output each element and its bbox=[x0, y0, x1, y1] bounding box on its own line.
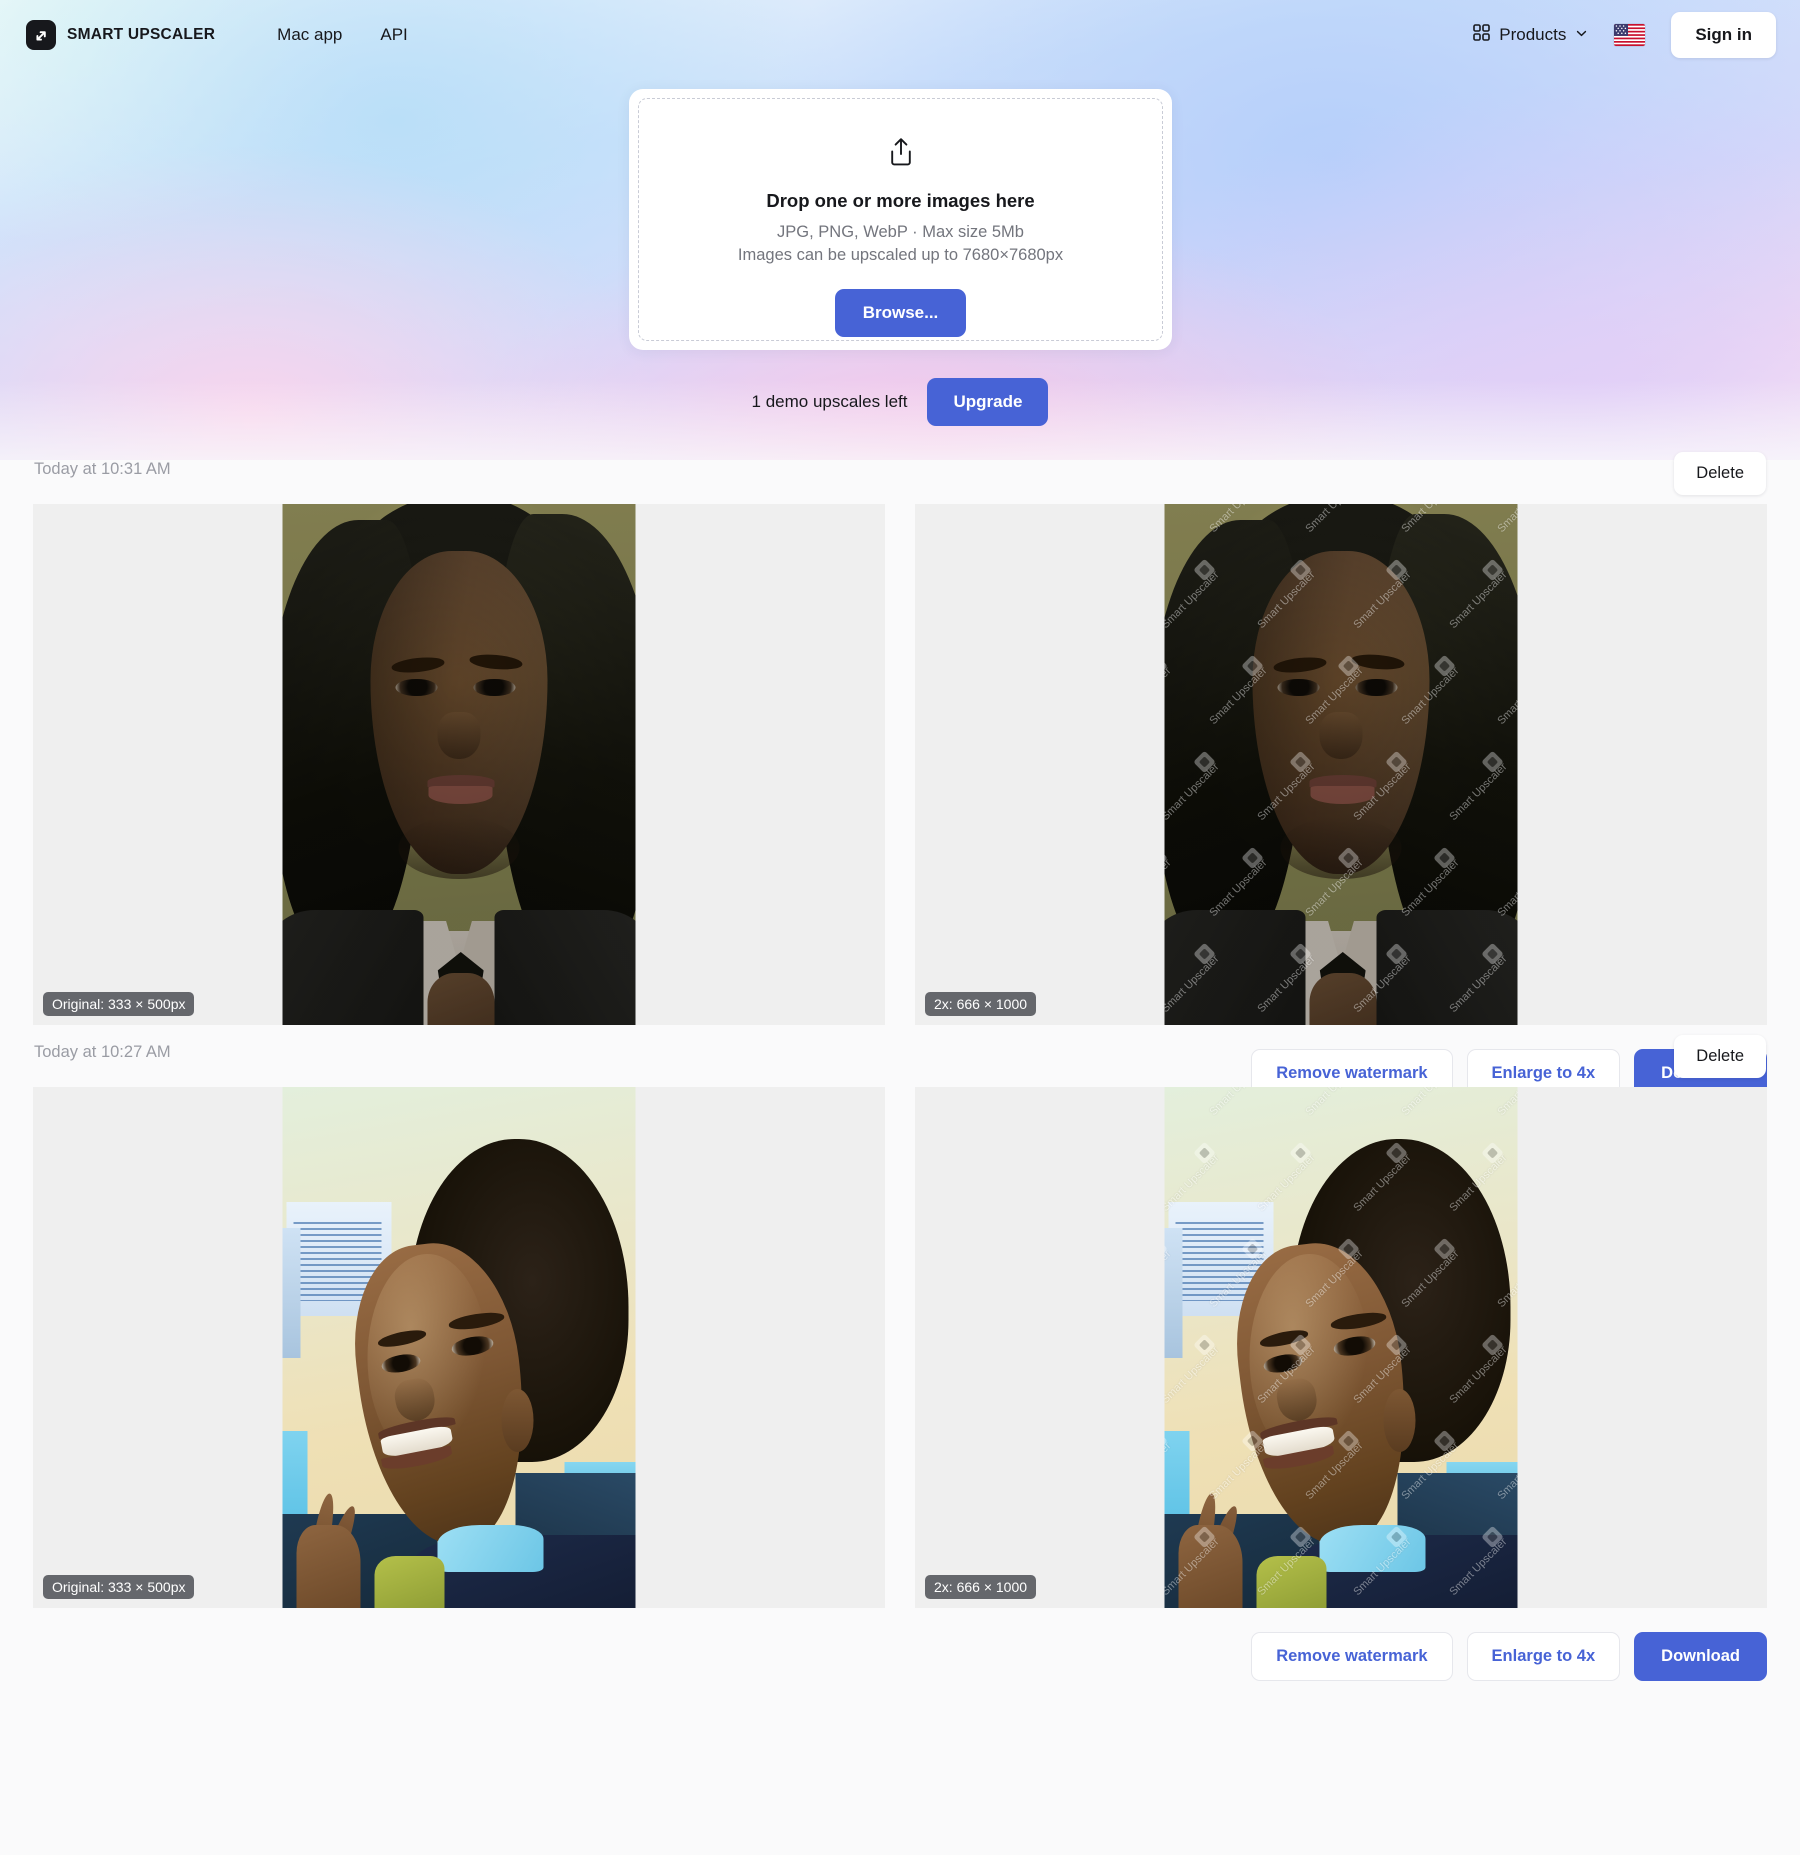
upscaled-size-badge: 2x: 666 × 1000 bbox=[925, 992, 1037, 1016]
drop-zone-title: Drop one or more images here bbox=[766, 190, 1035, 211]
result-card: Today at 10:31 AM Delete Original: 333 ×… bbox=[0, 452, 1800, 1098]
delete-button[interactable]: Delete bbox=[1674, 1035, 1766, 1078]
drop-zone[interactable]: Drop one or more images here JPG, PNG, W… bbox=[638, 98, 1163, 341]
original-photo bbox=[282, 504, 636, 1025]
original-image-pane[interactable]: Original: 333 × 500px bbox=[33, 1087, 885, 1608]
upscaled-size-badge: 2x: 666 × 1000 bbox=[925, 1575, 1037, 1599]
download-button[interactable]: Download bbox=[1634, 1632, 1767, 1681]
upload-card: Drop one or more images here JPG, PNG, W… bbox=[629, 89, 1172, 350]
nav-mac-app[interactable]: Mac app bbox=[277, 25, 342, 45]
result-card-header: Today at 10:31 AM Delete bbox=[0, 452, 1800, 504]
demo-counter-row: 1 demo upscales left Upgrade bbox=[0, 378, 1800, 426]
result-timestamp: Today at 10:27 AM bbox=[34, 1043, 171, 1061]
original-size-badge: Original: 333 × 500px bbox=[43, 992, 195, 1016]
header-actions: Products Sign in bbox=[1473, 12, 1776, 58]
demo-counter-text: 1 demo upscales left bbox=[751, 392, 908, 411]
logo-text: SMART UPSCALER bbox=[67, 26, 216, 43]
browse-button[interactable]: Browse... bbox=[834, 288, 967, 337]
upgrade-button[interactable]: Upgrade bbox=[927, 378, 1049, 426]
upscaled-image-pane[interactable]: Smart UpscalerSmart UpscalerSmart Upscal… bbox=[915, 504, 1767, 1025]
site-header: SMART UPSCALER Mac app API Products Sign… bbox=[0, 0, 1800, 70]
original-size-badge: Original: 333 × 500px bbox=[43, 1575, 195, 1599]
chevron-down-icon bbox=[1575, 25, 1588, 45]
delete-button[interactable]: Delete bbox=[1674, 452, 1766, 495]
us-flag-icon[interactable] bbox=[1614, 24, 1646, 46]
drop-zone-limit: Images can be upscaled up to 7680×7680px bbox=[737, 245, 1064, 264]
upscaled-photo: Smart UpscalerSmart UpscalerSmart Upscal… bbox=[1164, 504, 1518, 1025]
enlarge-button[interactable]: Enlarge to 4x bbox=[1466, 1632, 1621, 1681]
remove-watermark-button[interactable]: Remove watermark bbox=[1251, 1632, 1453, 1681]
result-card: Today at 10:27 AM Delete Original: 333 ×… bbox=[0, 1035, 1800, 1681]
primary-nav: Mac app API bbox=[277, 25, 408, 45]
drop-zone-formats: JPG, PNG, WebP · Max size 5Mb bbox=[777, 223, 1024, 241]
upscaled-image-pane[interactable]: Smart UpscalerSmart UpscalerSmart Upscal… bbox=[915, 1087, 1767, 1608]
nav-api[interactable]: API bbox=[380, 25, 407, 45]
compare-panes: Original: 333 × 500px Smart Smart Upscal… bbox=[0, 1087, 1800, 1608]
compare-panes: Original: 333 × 500px Smart Upscale bbox=[0, 504, 1800, 1025]
original-photo bbox=[282, 1087, 636, 1608]
logo[interactable]: SMART UPSCALER bbox=[26, 20, 215, 50]
expand-arrow-icon bbox=[26, 20, 56, 50]
upload-share-icon bbox=[888, 137, 914, 172]
upscaled-photo: Smart UpscalerSmart UpscalerSmart Upscal… bbox=[1164, 1087, 1518, 1608]
products-menu[interactable]: Products bbox=[1473, 24, 1588, 46]
result-card-header: Today at 10:27 AM Delete bbox=[0, 1035, 1800, 1087]
result-actions: Remove watermark Enlarge to 4x Download bbox=[0, 1608, 1800, 1681]
grid-icon bbox=[1473, 24, 1491, 46]
result-timestamp: Today at 10:31 AM bbox=[34, 460, 171, 478]
products-label: Products bbox=[1499, 25, 1567, 44]
sign-in-button[interactable]: Sign in bbox=[1671, 12, 1776, 58]
original-image-pane[interactable]: Original: 333 × 500px bbox=[33, 504, 885, 1025]
